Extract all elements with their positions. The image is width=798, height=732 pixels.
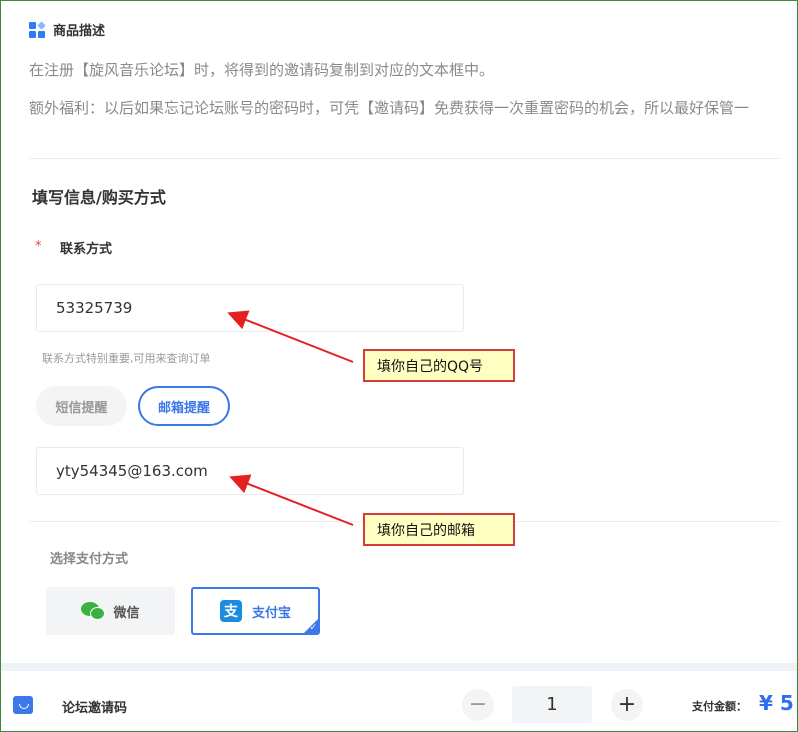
qq-annotation: 填你自己的QQ号 — [363, 349, 515, 382]
sms-notify-button[interactable]: 短信提醒 — [36, 386, 127, 426]
contact-hint: 联系方式特别重要,可用来查询订单 — [42, 352, 211, 365]
alipay-icon: 支 — [219, 600, 242, 622]
form-title: 填写信息/购买方式 — [32, 188, 166, 207]
wechat-pay-label: 微信 — [113, 605, 140, 621]
footer-separator — [1, 663, 797, 671]
email-annotation: 填你自己的邮箱 — [363, 513, 515, 546]
email-input-value: yty54345@163.com — [56, 462, 208, 480]
page-frame: 商品描述 在注册【旋风音乐论坛】时，将得到的邀请码复制到对应的文本框中。 额外福… — [0, 0, 798, 732]
required-mark: * — [35, 239, 42, 254]
decrease-quantity-button[interactable]: − — [462, 689, 494, 721]
product-name: 论坛邀请码 — [62, 701, 128, 716]
wechat-icon — [81, 602, 106, 620]
description-line-1: 在注册【旋风音乐论坛】时，将得到的邀请码复制到对应的文本框中。 — [29, 61, 495, 79]
payment-label: 选择支付方式 — [50, 552, 129, 567]
wechat-pay-button[interactable]: 微信 — [46, 587, 175, 635]
description-header: 商品描述 — [29, 20, 105, 39]
grid-icon — [29, 20, 46, 38]
total-amount: ¥ 5 — [759, 691, 794, 715]
contact-label: 联系方式 — [60, 242, 113, 257]
shopping-bag-icon — [13, 696, 33, 714]
email-input[interactable]: yty54345@163.com — [36, 447, 464, 495]
email-notify-button[interactable]: 邮箱提醒 — [138, 386, 230, 426]
increase-quantity-button[interactable]: + — [611, 689, 643, 721]
description-line-2: 额外福利：以后如果忘记论坛账号的密码时，可凭【邀请码】免费获得一次重置密码的机会… — [29, 99, 750, 117]
contact-input-value: 53325739 — [56, 299, 133, 317]
contact-input[interactable]: 53325739 — [36, 284, 464, 332]
description-title: 商品描述 — [53, 24, 106, 39]
quantity-input[interactable]: 1 — [512, 686, 592, 723]
total-label: 支付金额： — [692, 700, 747, 713]
alipay-pay-button[interactable]: 支 支付宝 ✓ — [191, 587, 320, 635]
divider — [29, 158, 781, 159]
alipay-pay-label: 支付宝 — [251, 605, 291, 621]
check-icon: ✓ — [309, 623, 317, 633]
